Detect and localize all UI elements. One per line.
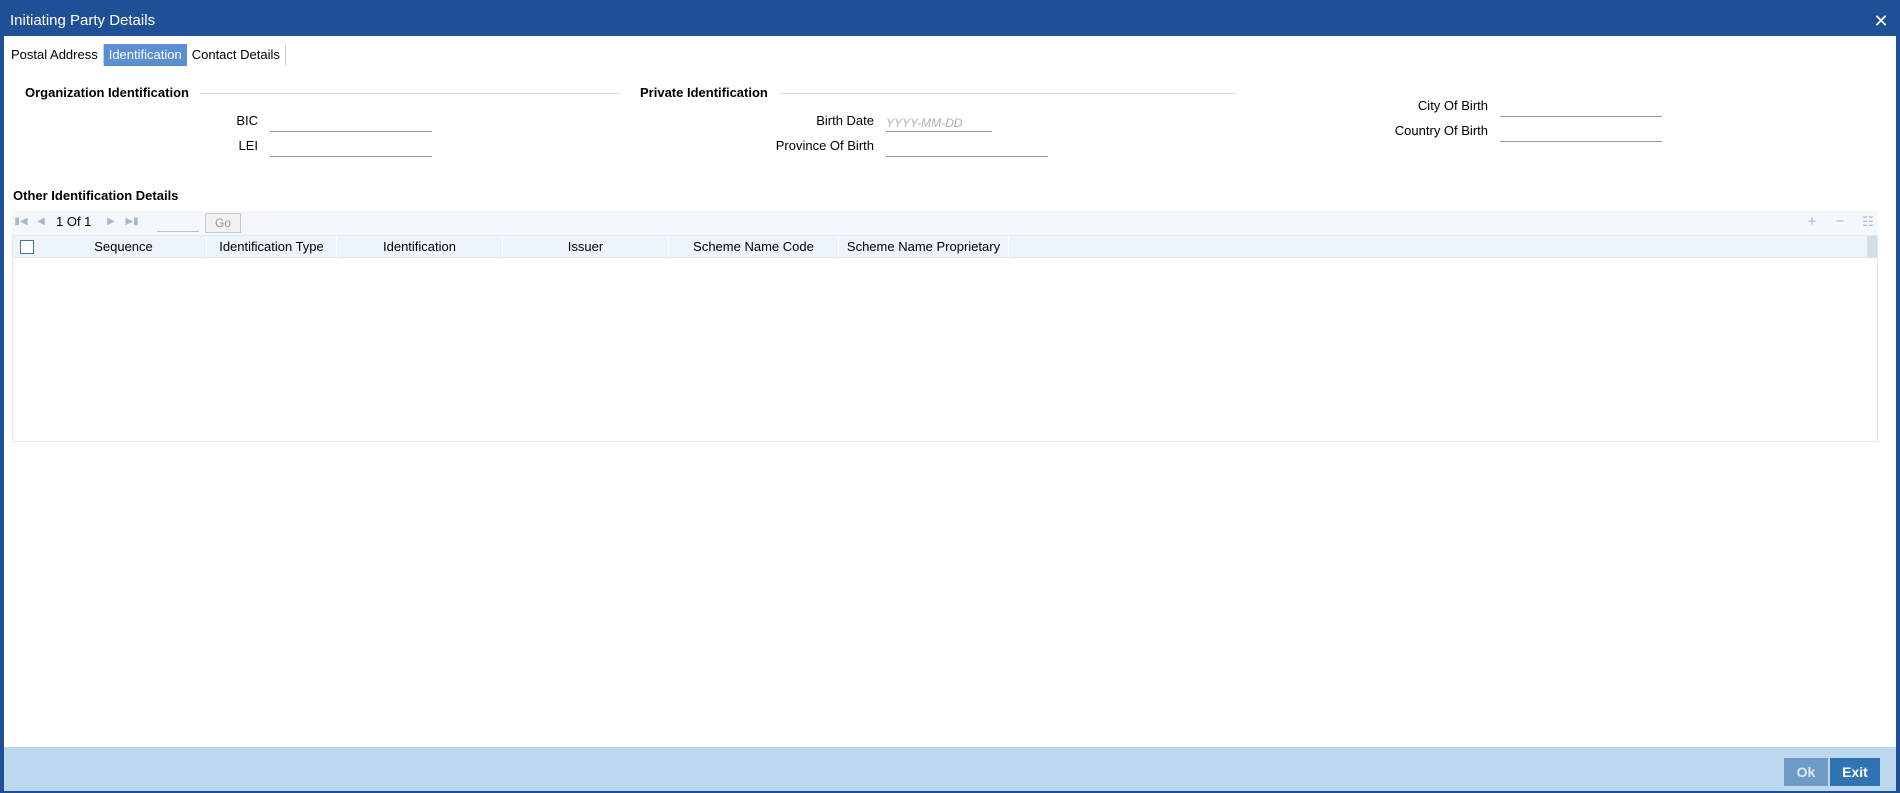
single-view-icon[interactable]: ☷ [1860, 214, 1876, 230]
bic-input[interactable] [270, 114, 432, 132]
section-divider [780, 93, 1236, 94]
window-titlebar: Initiating Party Details ✕ [4, 6, 1896, 36]
exit-button[interactable]: Exit [1830, 758, 1880, 786]
ok-button[interactable]: Ok [1784, 758, 1828, 786]
grid-vertical-scrollbar[interactable] [1867, 236, 1877, 258]
city-of-birth-input[interactable] [1500, 99, 1662, 117]
column-header-sequence[interactable]: Sequence [41, 236, 207, 258]
tab-contact-details[interactable]: Contact Details [187, 44, 286, 66]
column-header-identification[interactable]: Identification [337, 236, 503, 258]
go-button[interactable]: Go [205, 213, 241, 233]
bic-label: BIC [236, 113, 258, 128]
column-header-identification-type[interactable]: Identification Type [207, 236, 337, 258]
tab-postal-address[interactable]: Postal Address [6, 44, 104, 66]
select-all-checkbox[interactable] [20, 240, 34, 254]
birth-date-label: Birth Date [816, 113, 874, 128]
country-of-birth-input[interactable] [1500, 124, 1662, 142]
lei-label: LEI [238, 138, 258, 153]
last-page-icon[interactable]: ▶▮ [125, 215, 139, 229]
initiating-party-details-window: Initiating Party Details ✕ Postal Addres… [0, 0, 1900, 793]
window-title: Initiating Party Details [10, 12, 156, 29]
tab-identification[interactable]: Identification [103, 44, 187, 66]
country-of-birth-label: Country Of Birth [1394, 123, 1488, 138]
footer-bar: Ok Exit [4, 747, 1896, 791]
province-of-birth-input[interactable] [886, 139, 1048, 157]
tab-bar: Postal Address Identification Contact De… [6, 44, 286, 66]
column-header-scheme-name-proprietary[interactable]: Scheme Name Proprietary [839, 236, 1009, 258]
page-number-input[interactable] [157, 214, 199, 232]
lei-input[interactable] [270, 139, 432, 157]
other-identification-details-title: Other Identification Details [13, 188, 179, 203]
section-divider [200, 93, 620, 94]
city-of-birth-label: City Of Birth [1417, 98, 1488, 113]
column-header-scheme-name-code[interactable]: Scheme Name Code [669, 236, 839, 258]
prev-page-icon[interactable]: ◀ [34, 215, 48, 229]
private-identification-title: Private Identification [640, 85, 768, 100]
organization-identification-title: Organization Identification [25, 85, 189, 100]
next-page-icon[interactable]: ▶ [104, 215, 118, 229]
birth-date-input[interactable] [886, 114, 992, 132]
province-of-birth-label: Province Of Birth [775, 138, 874, 153]
other-identification-grid: Sequence Identification Type Identificat… [12, 235, 1878, 442]
column-header-issuer[interactable]: Issuer [503, 236, 669, 258]
pager-text: 1 Of 1 [56, 214, 92, 229]
delete-row-icon[interactable]: − [1832, 214, 1848, 230]
close-icon[interactable]: ✕ [1870, 6, 1892, 36]
first-page-icon[interactable]: ▮◀ [14, 215, 28, 229]
grid-header-row: Sequence Identification Type Identificat… [13, 236, 1869, 258]
grid-toolbar: ▮◀ ◀ 1 Of 1 ▶ ▶▮ Go + − ☷ [12, 211, 1878, 235]
add-row-icon[interactable]: + [1804, 214, 1820, 230]
